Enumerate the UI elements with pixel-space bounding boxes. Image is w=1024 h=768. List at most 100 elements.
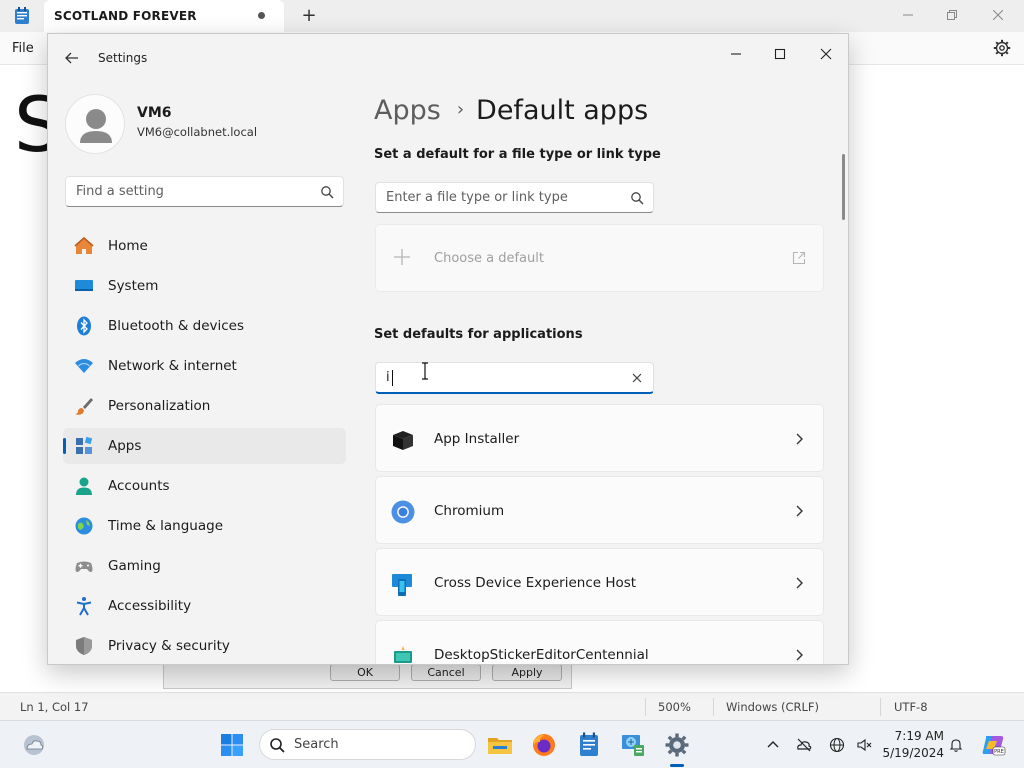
chromium-icon xyxy=(391,500,415,524)
nav-item-gaming[interactable]: Gaming xyxy=(63,548,346,584)
filetype-search-placeholder: Enter a file type or link type xyxy=(386,190,568,205)
nav-item-home[interactable]: Home xyxy=(63,228,346,264)
svg-text:PRE: PRE xyxy=(994,749,1004,755)
notepad-tab[interactable]: SCOTLAND FOREVER xyxy=(44,0,284,32)
nav-item-accessibility[interactable]: Accessibility xyxy=(63,588,346,624)
settings-maximize-button[interactable] xyxy=(762,40,798,68)
nav-item-accounts[interactable]: Accounts xyxy=(63,468,346,504)
new-tab-button[interactable]: + xyxy=(298,5,320,27)
close-icon xyxy=(992,9,1004,21)
onedrive-offline-icon[interactable] xyxy=(796,737,812,753)
notepad-app-icon xyxy=(15,7,29,24)
notepad-statusbar: Ln 1, Col 17 500% Windows (CRLF) UTF-8 xyxy=(0,692,1024,720)
plus-icon xyxy=(394,249,410,265)
chevron-right-icon xyxy=(796,577,803,589)
filetype-search-input[interactable]: Enter a file type or link type xyxy=(375,182,654,213)
settings-close-button[interactable] xyxy=(808,40,844,68)
bluetooth-icon xyxy=(77,316,91,336)
status-zoom[interactable]: 500% xyxy=(658,700,691,714)
gear-icon[interactable] xyxy=(993,39,1011,57)
dialog-apply-button[interactable]: Apply xyxy=(492,664,562,681)
taskbar: Search 7:19 AM 5/19/2024 PRE xyxy=(0,720,1024,768)
nav-label: Gaming xyxy=(108,558,161,574)
notepad-restore-button[interactable] xyxy=(932,4,972,28)
choose-default-button[interactable]: Choose a default xyxy=(375,224,824,292)
chevron-up-icon[interactable] xyxy=(765,737,781,753)
nav-label: Privacy & security xyxy=(108,638,230,654)
file-explorer-icon[interactable] xyxy=(486,731,514,759)
app-row-app-installer[interactable]: App Installer xyxy=(375,404,824,472)
clear-icon[interactable] xyxy=(630,371,644,385)
nav-label: Personalization xyxy=(108,398,211,414)
dialog-ok-button[interactable]: OK xyxy=(330,664,400,681)
app-row-sticker-editor[interactable]: DesktopStickerEditorCentennial xyxy=(375,620,824,664)
apps-section-title: Set defaults for applications xyxy=(374,327,583,342)
nav-item-privacy[interactable]: Privacy & security xyxy=(63,628,346,664)
settings-gear-icon[interactable] xyxy=(663,731,691,759)
nav-label: Home xyxy=(108,238,148,254)
taskbar-time[interactable]: 7:19 AM xyxy=(888,729,944,743)
copilot-icon[interactable]: PRE xyxy=(980,732,1006,758)
breadcrumb: Apps › Default apps xyxy=(374,92,648,129)
app-row-chromium[interactable]: Chromium xyxy=(375,476,824,544)
remote-desktop-icon[interactable] xyxy=(619,731,647,759)
search-icon[interactable] xyxy=(630,191,644,205)
breadcrumb-parent[interactable]: Apps xyxy=(374,95,441,126)
notepad-tab-title: SCOTLAND FOREVER xyxy=(54,9,197,23)
find-setting-input[interactable]: Find a setting xyxy=(65,176,344,207)
text-cursor-icon xyxy=(422,362,428,380)
taskbar-date[interactable]: 5/19/2024 xyxy=(878,746,944,760)
content-scrollbar[interactable] xyxy=(842,154,845,220)
nav-label: Network & internet xyxy=(108,358,237,374)
settings-minimize-button[interactable] xyxy=(718,40,754,68)
notepad-minimize-button[interactable] xyxy=(888,4,928,28)
taskbar-search-box[interactable]: Search xyxy=(259,729,476,760)
status-separator xyxy=(645,698,646,716)
user-email: VM6@collabnet.local xyxy=(137,125,258,139)
notepad-taskbar-icon[interactable] xyxy=(575,731,603,759)
nav-item-personalization[interactable]: Personalization xyxy=(63,388,346,424)
notepad-close-button[interactable] xyxy=(978,4,1018,28)
active-app-indicator xyxy=(670,764,684,767)
network-globe-icon[interactable] xyxy=(829,737,845,753)
status-encoding[interactable]: UTF-8 xyxy=(894,700,928,714)
menu-file[interactable]: File xyxy=(12,41,34,56)
filetype-section-title: Set a default for a file type or link ty… xyxy=(374,147,661,162)
notepad-titlebar: SCOTLAND FOREVER + xyxy=(0,0,1024,32)
unsaved-dot-icon[interactable] xyxy=(258,12,265,19)
back-arrow-icon[interactable] xyxy=(62,48,82,68)
dialog-cancel-button[interactable]: Cancel xyxy=(411,664,481,681)
find-setting-placeholder: Find a setting xyxy=(76,184,164,199)
search-icon[interactable] xyxy=(320,185,334,199)
nav-item-bluetooth[interactable]: Bluetooth & devices xyxy=(63,308,346,344)
nav-label: Accessibility xyxy=(108,598,192,614)
taskbar-search-placeholder: Search xyxy=(294,737,339,752)
firefox-icon[interactable] xyxy=(530,731,558,759)
notification-bell-icon[interactable] xyxy=(948,737,964,753)
nav-item-system[interactable]: System xyxy=(63,268,346,304)
status-line-endings[interactable]: Windows (CRLF) xyxy=(726,700,819,714)
chevron-right-icon xyxy=(796,505,803,517)
gamepad-icon xyxy=(75,561,93,572)
maximize-icon xyxy=(774,48,786,60)
volume-muted-icon[interactable] xyxy=(856,737,872,753)
minimize-icon xyxy=(903,14,913,16)
windows-start-icon[interactable] xyxy=(218,731,246,759)
nav-item-apps[interactable]: Apps xyxy=(63,428,346,464)
app-search-input[interactable]: i xyxy=(375,362,654,394)
chevron-right-icon xyxy=(796,649,803,661)
nav-label: System xyxy=(108,278,159,294)
search-icon xyxy=(270,738,285,753)
app-name: Cross Device Experience Host xyxy=(434,575,637,591)
nav-item-network[interactable]: Network & internet xyxy=(63,348,346,384)
close-icon xyxy=(820,48,832,60)
app-row-cross-device[interactable]: Cross Device Experience Host xyxy=(375,548,824,616)
nav-item-time-language[interactable]: Time & language xyxy=(63,508,346,544)
avatar[interactable] xyxy=(65,94,125,154)
user-name: VM6 xyxy=(137,105,172,121)
choose-default-label: Choose a default xyxy=(434,251,544,266)
nav-label: Time & language xyxy=(108,518,224,534)
weather-cloud-icon[interactable] xyxy=(20,731,48,759)
accounts-icon xyxy=(76,477,92,495)
open-external-icon xyxy=(792,251,806,265)
